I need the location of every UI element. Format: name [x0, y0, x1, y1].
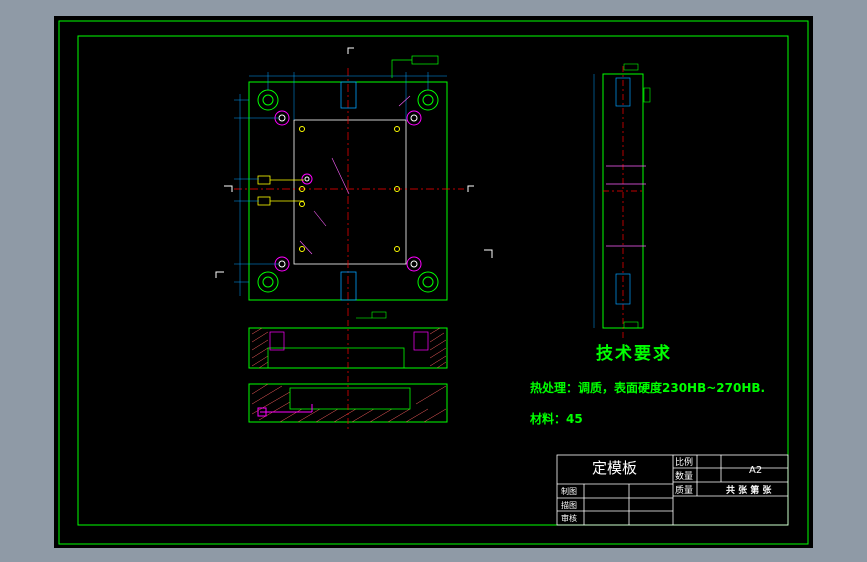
- cad-drawing: 技术要求 热处理：调质，表面硬度230HB~270HB. 材料：45 定模板 比…: [58, 20, 809, 545]
- drafter-label: 制图: [561, 486, 577, 496]
- material-text: 材料：45: [529, 411, 583, 426]
- guide-hole-tr: [417, 89, 439, 111]
- title-block-labels: 定模板 比例 数量 质量 A2 共 张 第 张 制图 描图 审核: [561, 456, 772, 523]
- dimension-lines-left: [234, 94, 279, 296]
- heat-treatment-text: 热处理：调质，表面硬度230HB~270HB.: [530, 380, 765, 395]
- outer-frame: [58, 20, 809, 545]
- screw-hole-3: [299, 246, 305, 252]
- sprue-bottom: [340, 271, 357, 301]
- section-view-b: [248, 376, 448, 430]
- pin-hole-2: [406, 110, 422, 126]
- screw-hole-2: [394, 126, 400, 132]
- guide-hole-tl: [257, 89, 279, 111]
- callout-top: [391, 55, 439, 78]
- checker-label: 描图: [561, 500, 577, 510]
- cavity-outline: [293, 119, 407, 265]
- pin-hole-4: [406, 256, 422, 272]
- quantity-label: 数量: [675, 470, 693, 482]
- part-name: 定模板: [592, 459, 637, 477]
- guide-hole-br: [417, 271, 439, 293]
- screw-hole-1: [299, 126, 305, 132]
- section-view-a: [248, 311, 448, 376]
- scale-label: 比例: [675, 456, 693, 468]
- cad-viewport[interactable]: 技术要求 热处理：调质，表面硬度230HB~270HB. 材料：45 定模板 比…: [54, 16, 813, 548]
- side-view: [593, 63, 651, 338]
- technical-requirements: 技术要求 热处理：调质，表面硬度230HB~270HB. 材料：45: [529, 343, 765, 426]
- requirements-heading: 技术要求: [596, 343, 672, 364]
- screw-hole-4: [394, 246, 400, 252]
- screw-hole-7: [299, 201, 305, 207]
- drawing-size: A2: [749, 465, 762, 476]
- top-view: [215, 47, 493, 316]
- reviewer-label: 审核: [561, 513, 577, 523]
- mass-label: 质量: [675, 484, 693, 496]
- guide-hole-bl: [257, 271, 279, 293]
- sheet-info: 共 张 第 张: [726, 484, 772, 496]
- cooling-channels: [257, 175, 304, 206]
- pin-hole-5: [301, 173, 313, 185]
- sprue-top: [340, 81, 357, 109]
